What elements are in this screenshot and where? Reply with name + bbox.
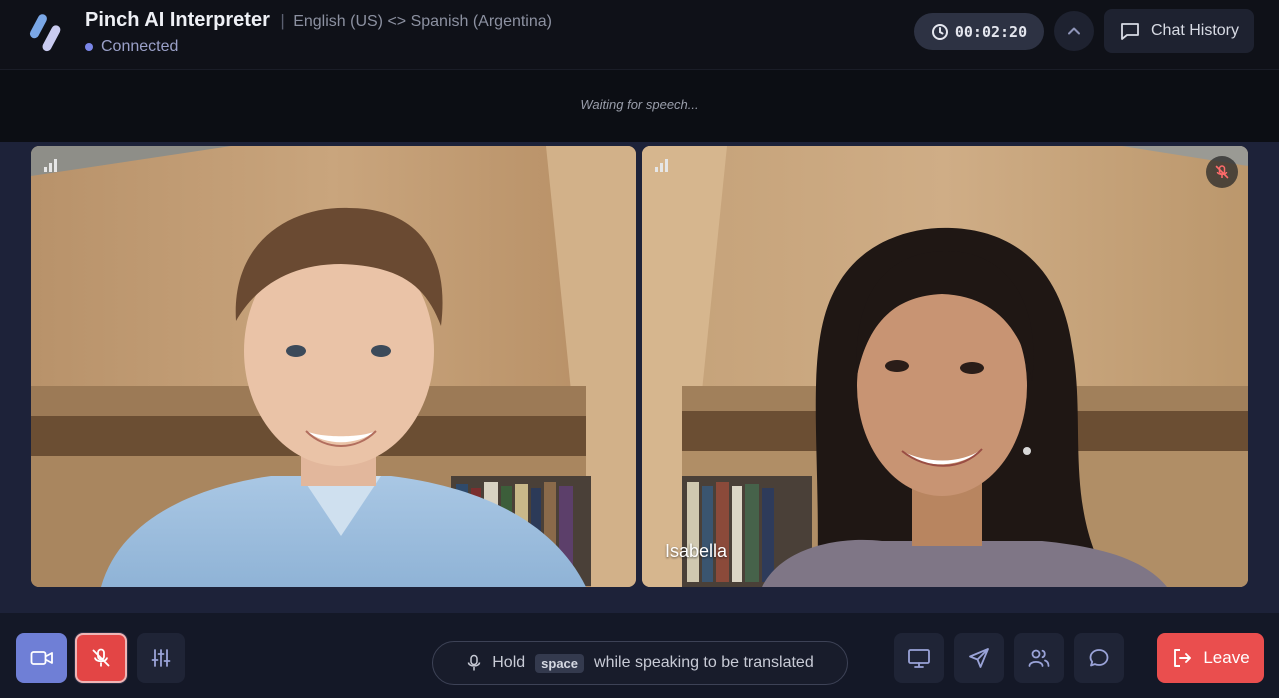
signal-icon	[44, 159, 57, 172]
participant-video-1	[31, 146, 636, 587]
send-icon	[969, 648, 989, 668]
share-screen-button[interactable]	[894, 633, 944, 683]
space-key-badge: space	[535, 653, 585, 673]
caption-text: Waiting for speech...	[580, 97, 699, 112]
hint-prefix: Hold	[492, 654, 526, 671]
top-bar: Pinch AI Interpreter | English (US) <> S…	[0, 0, 1279, 70]
leave-icon	[1174, 649, 1192, 667]
call-timer: 00:02:20	[914, 13, 1044, 50]
send-button[interactable]	[954, 633, 1004, 683]
audio-settings-button[interactable]	[137, 633, 185, 683]
people-icon	[1028, 649, 1050, 667]
timer-value: 00:02:20	[954, 22, 1028, 41]
muted-badge	[1206, 156, 1238, 188]
sliders-icon	[151, 649, 171, 667]
clock-icon	[931, 23, 948, 40]
app-title: Pinch AI Interpreter	[85, 9, 270, 31]
app-logo-icon	[29, 14, 61, 52]
language-pair: English (US) <> Spanish (Argentina)	[293, 13, 552, 30]
collapse-button[interactable]	[1054, 11, 1094, 51]
push-to-talk-hint: Hold space while speaking to be translat…	[432, 641, 848, 685]
status-text: Connected	[101, 38, 179, 55]
participant-tile-2: Isabella	[642, 146, 1248, 587]
mic-off-icon	[92, 648, 110, 667]
title-separator: |	[280, 11, 285, 30]
mic-off-icon	[1215, 165, 1229, 179]
video-grid: Isabella	[0, 142, 1279, 613]
leave-button[interactable]: Leave	[1157, 633, 1264, 683]
participant-video-2	[642, 146, 1248, 587]
hint-suffix: while speaking to be translated	[594, 654, 814, 671]
signal-icon	[655, 159, 668, 172]
message-square-icon	[1121, 23, 1139, 40]
participants-button[interactable]	[1014, 633, 1064, 683]
chat-history-button[interactable]: Chat History	[1104, 9, 1254, 53]
camera-toggle-button[interactable]	[16, 633, 67, 683]
leave-label: Leave	[1203, 648, 1250, 667]
call-controls: Hold space while speaking to be translat…	[0, 613, 1279, 698]
caption-area: Waiting for speech...	[0, 70, 1279, 142]
participant-name: Isabella	[665, 541, 728, 561]
video-camera-icon	[30, 651, 53, 665]
chat-bubble-icon	[1089, 649, 1109, 667]
status-dot	[85, 43, 93, 51]
participant-tile-1	[31, 146, 636, 587]
monitor-icon	[908, 649, 930, 668]
mic-toggle-button[interactable]	[75, 633, 127, 683]
chevron-up-icon	[1068, 27, 1080, 35]
microphone-icon	[468, 654, 481, 671]
chat-button[interactable]	[1074, 633, 1124, 683]
title-row: Pinch AI Interpreter | English (US) <> S…	[85, 9, 552, 32]
chat-history-label: Chat History	[1150, 22, 1240, 39]
connection-status: Connected	[85, 38, 178, 56]
